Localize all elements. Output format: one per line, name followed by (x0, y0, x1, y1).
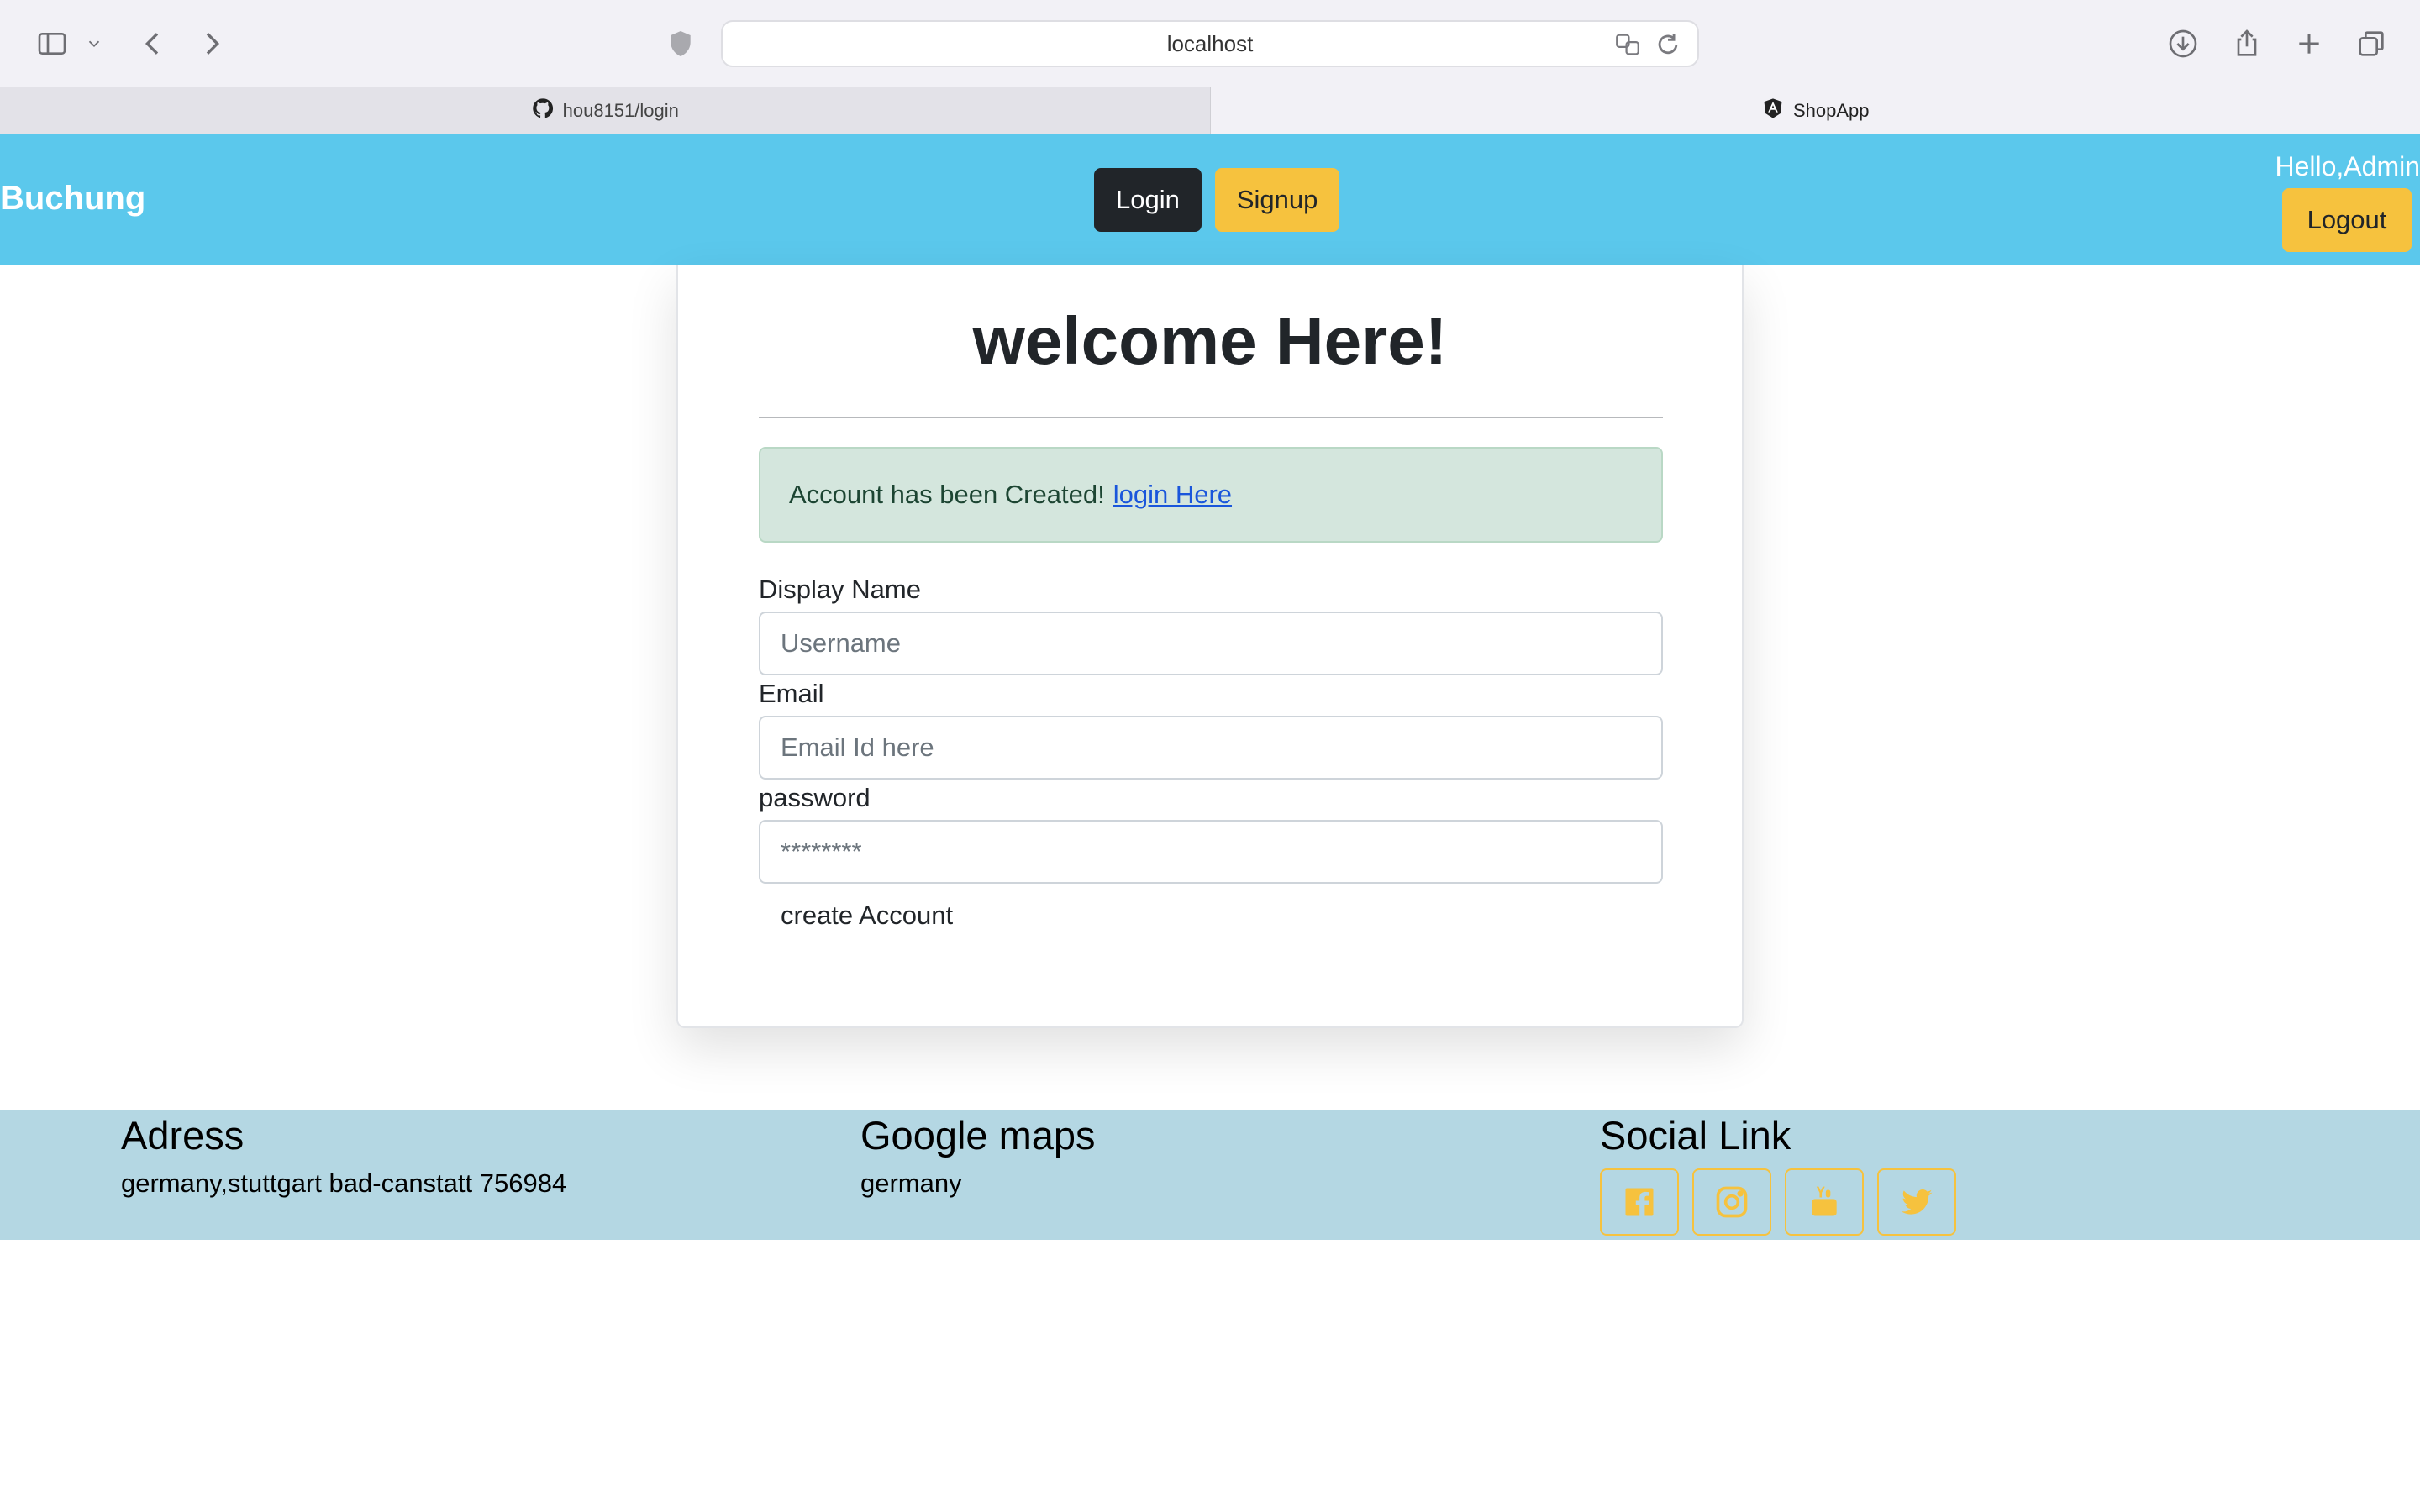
back-icon[interactable] (133, 24, 173, 64)
tab-overview-icon[interactable] (2351, 24, 2391, 64)
divider (759, 417, 1663, 418)
angular-icon (1761, 97, 1785, 125)
address-text: germany,stuttgart bad-canstatt 756984 (121, 1168, 567, 1198)
signup-card: welcome Here! Account has been Created! … (676, 265, 1744, 1028)
page-title: welcome Here! (972, 303, 1448, 378)
password-label: password (759, 783, 871, 812)
maps-text: germany (860, 1168, 962, 1198)
sidebar-toggle-icon[interactable] (32, 24, 72, 64)
new-tab-icon[interactable] (2289, 24, 2329, 64)
tab-github[interactable]: hou8151/login (0, 87, 1211, 134)
logout-button[interactable]: Logout (2282, 188, 2412, 252)
alert-text: Account has been Created! (789, 480, 1105, 509)
login-here-link[interactable]: login Here (1113, 480, 1232, 510)
signup-button[interactable]: Signup (1214, 168, 1340, 232)
translate-icon[interactable] (1613, 30, 1642, 65)
footer-social: Social Link (1600, 1110, 1956, 1236)
reload-icon[interactable] (1654, 30, 1682, 65)
user-greeting: Hello,Admin (2275, 151, 2420, 181)
shield-icon[interactable] (660, 24, 701, 64)
facebook-icon[interactable] (1600, 1168, 1679, 1236)
tab-title: ShopApp (1792, 99, 1870, 121)
browser-tabs: hou8151/login ShopApp (0, 87, 2420, 134)
tab-title: hou8151/login (562, 99, 679, 121)
social-heading: Social Link (1600, 1113, 1791, 1158)
forward-icon[interactable] (192, 24, 232, 64)
address-text: localhost (1166, 30, 1254, 56)
login-button[interactable]: Login (1094, 168, 1202, 232)
instagram-icon[interactable] (1692, 1168, 1771, 1236)
password-input[interactable] (759, 820, 1663, 884)
browser-toolbar: localhost (0, 0, 2420, 87)
twitter-icon[interactable] (1877, 1168, 1956, 1236)
username-input[interactable] (759, 612, 1663, 675)
success-alert: Account has been Created! login Here (759, 447, 1663, 543)
brand-logo[interactable]: Buchung (0, 180, 145, 218)
top-navbar: Buchung Login Signup Hello,Admin Logout (0, 134, 2420, 265)
display-name-label: Display Name (759, 575, 921, 604)
download-icon[interactable] (2163, 24, 2203, 64)
share-icon[interactable] (2227, 24, 2267, 64)
tab-shopapp[interactable]: ShopApp (1210, 87, 2420, 134)
footer-address: Adress germany,stuttgart bad-canstatt 75… (121, 1110, 566, 1199)
youtube-icon[interactable] (1785, 1168, 1864, 1236)
address-heading: Adress (121, 1113, 245, 1158)
email-label: Email (759, 679, 824, 708)
email-input[interactable] (759, 716, 1663, 780)
github-icon (531, 97, 555, 125)
chevron-down-icon[interactable] (77, 24, 111, 64)
maps-heading: Google maps (860, 1113, 1096, 1158)
create-account-button[interactable]: create Account (759, 892, 975, 939)
footer: Adress germany,stuttgart bad-canstatt 75… (0, 1110, 2420, 1240)
footer-maps: Google maps germany (860, 1110, 1096, 1199)
address-bar[interactable]: localhost (721, 20, 1699, 67)
